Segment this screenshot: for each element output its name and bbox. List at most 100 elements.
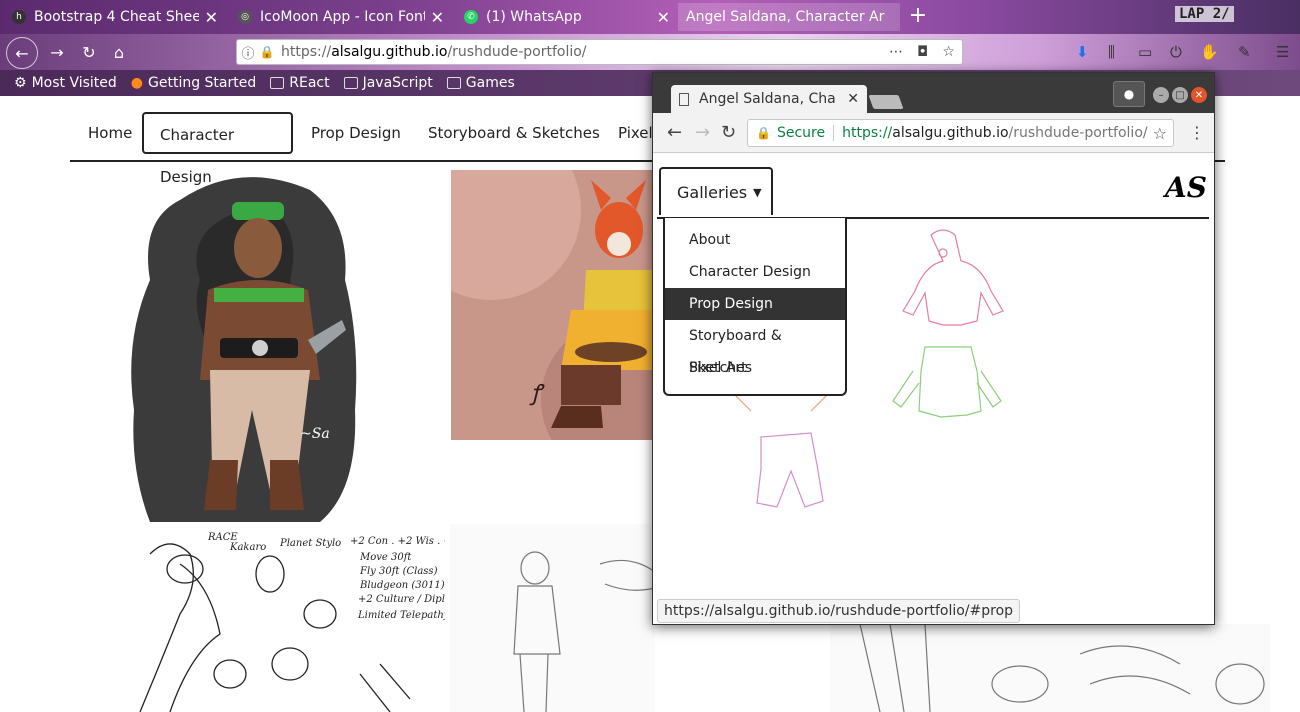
whatsapp-favicon-icon: ✆: [464, 10, 478, 24]
nav-storyboard-sketches[interactable]: Storyboard & Sketches: [428, 112, 600, 154]
extension-icon[interactable]: ✋: [1200, 43, 1219, 61]
eyedropper-icon[interactable]: ✎: [1238, 43, 1251, 61]
svg-text:Kakaro: Kakaro: [229, 542, 266, 553]
more-menu-icon[interactable]: ⋮: [1189, 123, 1205, 142]
svg-text:+2 Con . +2 Wis . +2 Cha: +2 Con . +2 Wis . +2 Cha: [350, 536, 445, 547]
icomoon-favicon-icon: ◎: [238, 10, 252, 24]
sidebar-icon[interactable]: ▭: [1138, 43, 1152, 61]
profile-icon[interactable]: ●: [1113, 81, 1145, 107]
svg-text:Planet Stylo: Planet Stylo: [279, 538, 341, 549]
lock-icon: 🔒: [259, 45, 275, 59]
close-tab-icon[interactable]: ✕: [657, 8, 670, 27]
dropdown-item-about[interactable]: About: [665, 224, 845, 256]
nav-home[interactable]: Home: [88, 112, 132, 154]
bookmark-folder-react[interactable]: REact: [270, 75, 330, 91]
menu-icon[interactable]: ☰: [1276, 43, 1289, 61]
firefox-url-bar[interactable]: ⓘ 🔒 https://alsalgu.github.io/rushdude-p…: [236, 39, 963, 65]
firefox-tab-bar: h Bootstrap 4 Cheat Sheet ✕ ◎ IcoMoon Ap…: [0, 0, 1300, 34]
bookmark-label: Most Visited: [31, 75, 117, 91]
tab-title: Bootstrap 4 Cheat Sheet: [34, 9, 199, 25]
dropdown-item-prop-design[interactable]: Prop Design: [665, 288, 845, 320]
firefox-icon: ●: [130, 75, 143, 91]
chrome-tab-portfolio[interactable]: Angel Saldana, Cha ✕: [671, 85, 867, 113]
tab-title: Angel Saldana, Character Ar: [686, 9, 885, 25]
folder-icon: [446, 77, 461, 89]
close-tab-icon[interactable]: ✕: [205, 8, 218, 27]
close-tab-icon[interactable]: ✕: [431, 8, 444, 27]
svg-text:+2 Culture / Diplomacy: +2 Culture / Diplomacy: [358, 594, 445, 605]
page-actions-icon[interactable]: ⋯: [889, 44, 903, 60]
close-tab-icon[interactable]: ✕: [847, 91, 859, 107]
storyboard-sketch-artwork[interactable]: [830, 624, 1270, 712]
back-arrow-icon[interactable]: ←: [667, 122, 682, 143]
home-icon[interactable]: ⌂: [106, 39, 132, 65]
bookmark-star-icon[interactable]: ☆: [942, 44, 955, 60]
bookmark-label: REact: [289, 75, 330, 91]
omnibox-divider: [833, 125, 835, 141]
bookmark-folder-games[interactable]: Games: [446, 75, 515, 91]
new-tab-plus-icon[interactable]: +: [905, 3, 931, 31]
library-icon[interactable]: ⫼: [1108, 43, 1115, 61]
character-sketch-artwork[interactable]: [450, 524, 655, 712]
dropdown-item-pixel-art[interactable]: Pixel Art: [665, 352, 845, 384]
site-logo[interactable]: AS: [1165, 171, 1207, 204]
fox-artwork[interactable]: ꝭ: [451, 170, 656, 440]
tab-bootstrap-cheat-sheet[interactable]: h Bootstrap 4 Cheat Sheet ✕: [4, 3, 226, 31]
svg-text:Move 30ft: Move 30ft: [359, 552, 412, 563]
insect-sketch-artwork[interactable]: RACE Kakaro Planet Stylo +2 Con . +2 Wis…: [120, 524, 445, 712]
bookmark-label: JavaScript: [362, 75, 433, 91]
bookmark-folder-javascript[interactable]: JavaScript: [343, 75, 433, 91]
folder-icon: [343, 77, 358, 89]
back-arrow-icon[interactable]: ←: [6, 37, 38, 69]
sync-icon[interactable]: ⏻: [1170, 43, 1182, 61]
close-window-icon[interactable]: ✕: [1191, 87, 1207, 103]
dropdown-item-storyboard-sketches[interactable]: Storyboard & Sketches: [665, 320, 845, 376]
tab-portfolio[interactable]: Angel Saldana, Character Ar: [678, 3, 900, 31]
minimize-icon[interactable]: –: [1153, 87, 1169, 103]
tab-icomoon[interactable]: ◎ IcoMoon App - Icon Font ✕: [230, 3, 452, 31]
bookmark-most-visited[interactable]: ⚙ Most Visited: [14, 75, 117, 91]
nav-character-design[interactable]: Character Design: [142, 112, 293, 186]
lap-counter-label: LAP 2/: [1175, 6, 1234, 22]
svg-text:Bludgeon (3011): Bludgeon (3011): [359, 580, 445, 591]
pocket-icon[interactable]: ◘: [917, 44, 928, 60]
url-text: https://alsalgu.github.io/rushdude-portf…: [281, 44, 587, 60]
galleries-dropdown-menu: About Character Design Prop Design Story…: [663, 218, 847, 396]
chrome-window: Angel Saldana, Cha ✕ ● – □ ✕ ← → ↻ 🔒 Sec…: [652, 72, 1215, 625]
tab-title: IcoMoon App - Icon Font: [260, 9, 425, 25]
chrome-titlebar: Angel Saldana, Cha ✕ ● – □ ✕: [653, 73, 1214, 113]
downloads-icon[interactable]: ⬇: [1076, 43, 1089, 61]
info-icon[interactable]: ⓘ: [237, 43, 259, 62]
svg-text:~Sa: ~Sa: [300, 426, 330, 442]
chrome-page-content: Galleries ▼ AS About Character Design Pr…: [653, 153, 1214, 624]
caret-down-icon: ▼: [753, 185, 762, 199]
bootstrap-favicon-icon: h: [12, 10, 26, 24]
forward-arrow-icon[interactable]: →: [44, 39, 70, 65]
chrome-new-tab-button[interactable]: [868, 95, 904, 109]
character-artwork[interactable]: ~Sa: [120, 170, 360, 522]
chrome-omnibox[interactable]: 🔒 Secure https://alsalgu.github.io/rushd…: [747, 119, 1174, 147]
lock-icon: 🔒: [756, 126, 771, 140]
firefox-navigation-bar: ← → ↻ ⌂ ⓘ 🔒 https://alsalgu.github.io/ru…: [0, 34, 1300, 70]
nav-prop-design[interactable]: Prop Design: [311, 112, 401, 154]
gear-icon: ⚙: [14, 75, 27, 91]
dropdown-item-character-design[interactable]: Character Design: [665, 256, 845, 288]
nav-pixel[interactable]: Pixel: [618, 112, 653, 154]
tab-whatsapp[interactable]: ✆ (1) WhatsApp ✕: [456, 3, 678, 31]
omnibox-url: https://alsalgu.github.io/rushdude-portf…: [842, 125, 1148, 141]
reload-icon[interactable]: ↻: [76, 39, 102, 65]
folder-icon: [270, 77, 285, 89]
mobile-navbar: Galleries ▼ AS: [657, 167, 1209, 219]
bookmark-star-icon[interactable]: ☆: [1153, 124, 1167, 143]
reload-icon[interactable]: ↻: [721, 122, 736, 143]
link-status-bubble: https://alsalgu.github.io/rushdude-portf…: [657, 599, 1021, 623]
secure-label: Secure: [776, 125, 826, 141]
tab-title: (1) WhatsApp: [486, 9, 582, 25]
maximize-icon[interactable]: □: [1172, 87, 1188, 103]
bookmark-getting-started[interactable]: ● Getting Started: [131, 75, 256, 91]
forward-arrow-icon[interactable]: →: [695, 122, 710, 143]
document-icon: [679, 92, 689, 106]
galleries-dropdown-button[interactable]: Galleries ▼: [659, 167, 773, 215]
svg-text:Fly 30ft (Class): Fly 30ft (Class): [359, 566, 438, 577]
galleries-label: Galleries: [677, 182, 748, 202]
